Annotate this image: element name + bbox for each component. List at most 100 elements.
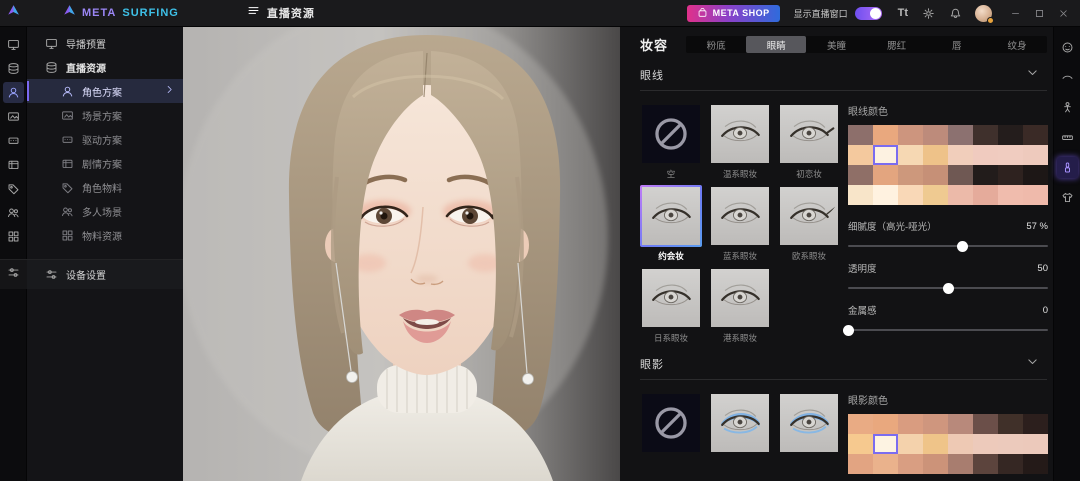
tab-4[interactable]: 唇 [927, 36, 987, 53]
tab-5[interactable]: 纹身 [987, 36, 1047, 53]
eyeshadow-swatch-11[interactable] [923, 434, 948, 454]
minimize-button[interactable] [1006, 4, 1024, 22]
eyeliner-swatch-13[interactable] [973, 145, 998, 165]
sidebar-item-2[interactable]: 驱动方案 [27, 127, 183, 151]
slider-thumb-1[interactable] [943, 283, 954, 294]
eyeshadow-swatch-12[interactable] [948, 434, 973, 454]
hamburger-icon[interactable] [247, 4, 260, 22]
eyeliner-swatch-10[interactable] [898, 145, 923, 165]
rail-stack-icon[interactable] [3, 58, 24, 79]
eyeshadow-swatch-10[interactable] [898, 434, 923, 454]
rail-scene-icon[interactable] [3, 106, 24, 127]
eyeliner-swatch-23[interactable] [1023, 165, 1048, 185]
eyeshadow-style-thumb-0[interactable] [640, 392, 702, 454]
eyeshadow-swatch-2[interactable] [898, 414, 923, 434]
eyeliner-style-thumb-0[interactable] [640, 103, 702, 165]
eyeliner-style-thumb-6[interactable] [640, 267, 702, 329]
sidebar-item-3[interactable]: 剧情方案 [27, 151, 183, 175]
sidebar-item-0[interactable]: 角色方案 [27, 79, 183, 103]
rail-story-icon[interactable] [3, 154, 24, 175]
show-live-window-toggle[interactable] [855, 7, 882, 20]
eyeshadow-swatch-14[interactable] [998, 434, 1023, 454]
eyeshadow-swatch-0[interactable] [848, 414, 873, 434]
eyeliner-style-thumb-1[interactable] [709, 103, 771, 165]
eyeliner-swatch-15[interactable] [1023, 145, 1048, 165]
tab-2[interactable]: 美瞳 [806, 36, 866, 53]
rail-people-icon[interactable] [3, 202, 24, 223]
eyeliner-swatch-12[interactable] [948, 145, 973, 165]
tab-3[interactable]: 腮红 [867, 36, 927, 53]
eyeshadow-swatch-8[interactable] [848, 434, 873, 454]
eyeliner-style-thumb-3[interactable] [640, 185, 702, 247]
text-size-button[interactable]: Tt [898, 7, 908, 19]
chevron-down-icon[interactable] [1026, 66, 1039, 84]
eyeliner-swatch-22[interactable] [998, 165, 1023, 185]
slider-thumb-0[interactable] [957, 241, 968, 252]
eyeliner-swatch-2[interactable] [898, 125, 923, 145]
eyeliner-swatch-16[interactable] [848, 165, 873, 185]
eyeshadow-swatch-18[interactable] [898, 454, 923, 474]
eyeliner-swatch-18[interactable] [898, 165, 923, 185]
eyeliner-swatch-7[interactable] [1023, 125, 1048, 145]
eyeshadow-swatch-21[interactable] [973, 454, 998, 474]
bell-icon[interactable] [949, 7, 962, 20]
eyeliner-swatch-25[interactable] [873, 185, 898, 205]
chevron-down-icon[interactable] [1026, 355, 1039, 373]
slider-track-2[interactable] [848, 329, 1048, 331]
eyeshadow-swatch-17[interactable] [873, 454, 898, 474]
eyeliner-swatch-24[interactable] [848, 185, 873, 205]
eyeliner-style-thumb-4[interactable] [709, 185, 771, 247]
eyeshadow-swatch-6[interactable] [998, 414, 1023, 434]
eyeliner-swatch-6[interactable] [998, 125, 1023, 145]
eyeliner-swatch-31[interactable] [1023, 185, 1048, 205]
eyeliner-swatch-28[interactable] [948, 185, 973, 205]
eyeshadow-swatch-20[interactable] [948, 454, 973, 474]
slider-thumb-2[interactable] [843, 325, 854, 336]
eyeshadow-style-thumb-1[interactable] [709, 392, 771, 454]
eyeshadow-swatch-16[interactable] [848, 454, 873, 474]
eyeliner-swatch-26[interactable] [898, 185, 923, 205]
meta-shop-button[interactable]: META SHOP [687, 5, 780, 22]
close-button[interactable] [1054, 4, 1072, 22]
rail-grid-icon[interactable] [3, 226, 24, 247]
rail-material-icon[interactable] [3, 178, 24, 199]
sidebar-group-live-resources[interactable]: 直播资源 [27, 55, 183, 79]
eyeliner-swatch-0[interactable] [848, 125, 873, 145]
eyeshadow-swatch-4[interactable] [948, 414, 973, 434]
eyeliner-swatch-5[interactable] [973, 125, 998, 145]
eyeliner-swatch-20[interactable] [948, 165, 973, 185]
toolbar-makeup-icon[interactable] [1057, 157, 1078, 178]
eyeliner-swatch-29[interactable] [973, 185, 998, 205]
eyeliner-swatch-8[interactable] [848, 145, 873, 165]
eyeshadow-section-header[interactable]: 眼影 [640, 355, 1047, 373]
toolbar-body-icon[interactable] [1057, 97, 1078, 118]
rail-drive-icon[interactable] [3, 130, 24, 151]
eyeliner-swatch-19[interactable] [923, 165, 948, 185]
eyeshadow-swatch-15[interactable] [1023, 434, 1048, 454]
rail-settings-icon[interactable] [0, 259, 27, 289]
sidebar-item-6[interactable]: 物料资源 [27, 223, 183, 247]
eyeliner-swatch-1[interactable] [873, 125, 898, 145]
eyeliner-style-thumb-2[interactable] [778, 103, 840, 165]
eyeliner-style-thumb-7[interactable] [709, 267, 771, 329]
eyeliner-swatch-4[interactable] [948, 125, 973, 145]
eyeshadow-swatch-22[interactable] [998, 454, 1023, 474]
eyeliner-style-thumb-5[interactable] [778, 185, 840, 247]
eyeshadow-swatch-23[interactable] [1023, 454, 1048, 474]
maximize-button[interactable] [1030, 4, 1048, 22]
slider-track-1[interactable] [848, 287, 1048, 289]
eyeshadow-swatch-13[interactable] [973, 434, 998, 454]
eyeshadow-swatch-19[interactable] [923, 454, 948, 474]
toolbar-shirt-icon[interactable] [1057, 187, 1078, 208]
toolbar-ruler-icon[interactable] [1057, 127, 1078, 148]
eyeliner-swatch-17[interactable] [873, 165, 898, 185]
sidebar-item-1[interactable]: 场景方案 [27, 103, 183, 127]
eyeliner-swatch-14[interactable] [998, 145, 1023, 165]
sidebar-item-4[interactable]: 角色物料 [27, 175, 183, 199]
tab-1[interactable]: 眼睛 [746, 36, 806, 53]
eyeliner-swatch-21[interactable] [973, 165, 998, 185]
toolbar-face-icon[interactable] [1057, 37, 1078, 58]
eyeliner-swatch-3[interactable] [923, 125, 948, 145]
eyeliner-swatch-27[interactable] [923, 185, 948, 205]
avatar[interactable] [975, 5, 992, 22]
